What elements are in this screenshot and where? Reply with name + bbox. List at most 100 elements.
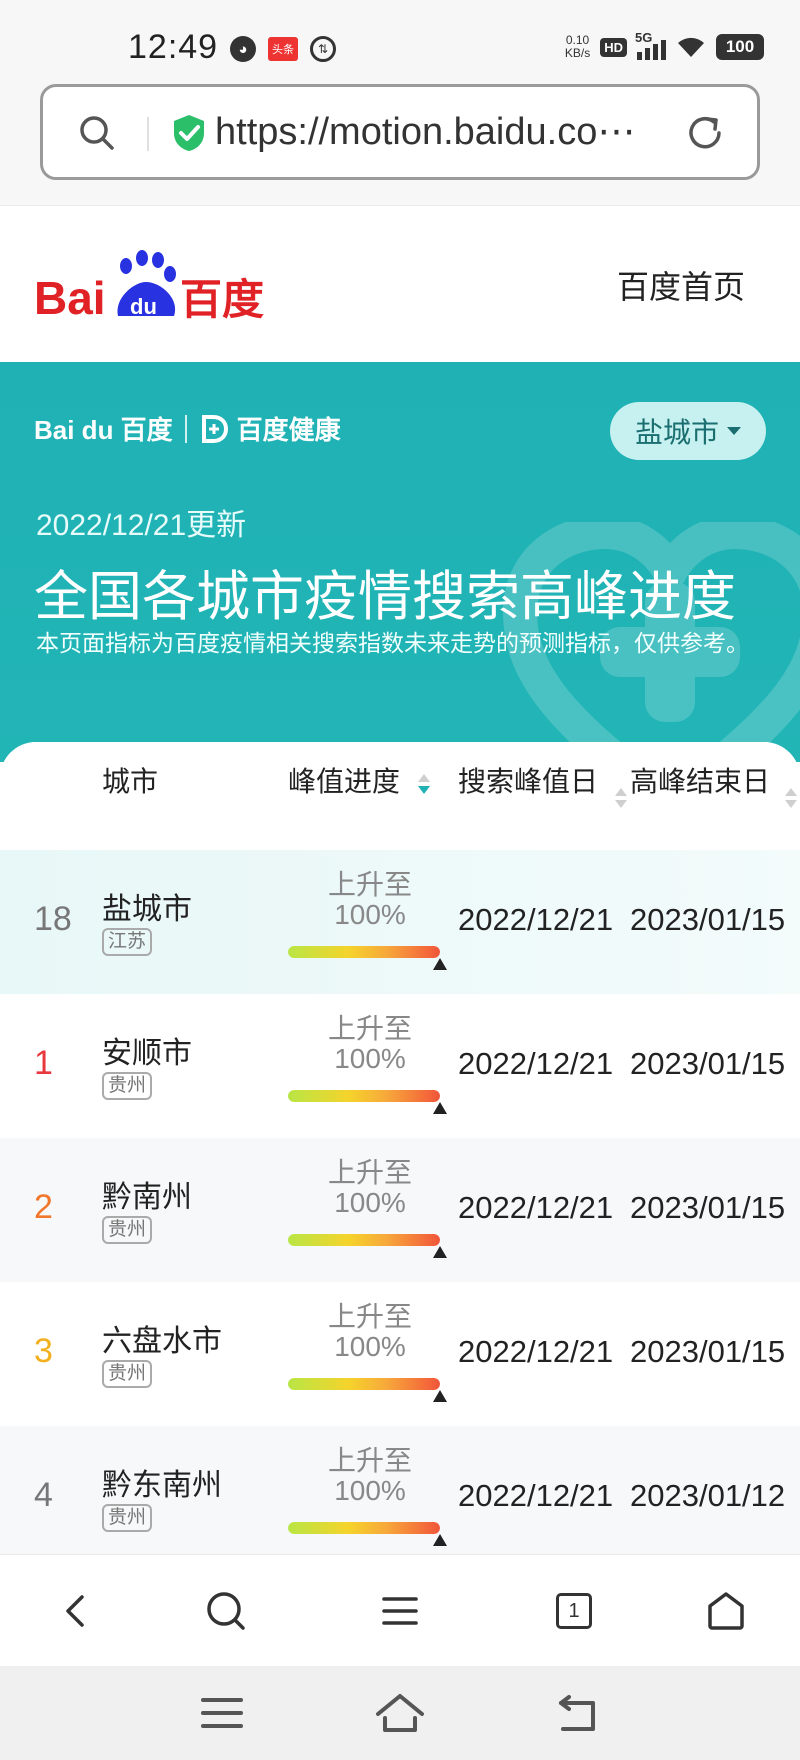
reload-icon[interactable] <box>683 111 727 155</box>
progress-bar <box>288 1522 440 1534</box>
net-speed: 0.10 KB/s <box>565 34 590 60</box>
table-row[interactable]: 18 盐城市 江苏 上升至 100% 2022/12/21 2023/01/15 <box>0 850 800 994</box>
province-tag: 贵州 <box>102 1072 153 1100</box>
search-icon[interactable] <box>77 113 117 153</box>
tabs-icon: 1 <box>556 1593 592 1629</box>
end-date: 2023/01/15 <box>630 1334 786 1369</box>
epidemic-banner: Bai du 百度 百度健康 盐城市 2022/12/21更新 全国各城市疫情搜… <box>0 362 800 762</box>
svg-text:du: du <box>130 294 157 319</box>
progress-bar <box>288 1234 440 1246</box>
peak-date: 2022/12/21 <box>458 1046 614 1081</box>
progress-value: 100% <box>334 899 406 930</box>
progress-bar <box>288 946 440 958</box>
progress-bar <box>288 1090 440 1102</box>
news-app-icon: 头条 <box>268 37 298 61</box>
header-end-date[interactable]: 高峰结束日 <box>630 764 770 800</box>
header-peak-date[interactable]: 搜索峰值日 <box>458 764 598 800</box>
progress-text: 上升至 100% <box>300 1158 440 1218</box>
city-selector[interactable]: 盐城市 <box>610 402 766 460</box>
status-notification-icons: ◕ 头条 ⇅ <box>230 36 336 62</box>
battery-icon: 100 <box>716 34 764 60</box>
table-row[interactable]: 4 黔东南州 贵州 上升至 100% 2022/12/21 2023/01/12 <box>0 1426 800 1554</box>
page-title: 全国各城市疫情搜索高峰进度 <box>34 567 736 627</box>
end-date: 2023/01/15 <box>630 902 786 937</box>
progress-fill <box>288 1234 440 1246</box>
rank-number: 1 <box>34 1044 53 1082</box>
site-header: Bai du 百度 百度首页 <box>0 206 800 362</box>
svg-text:百度: 百度 <box>180 275 264 324</box>
chevron-left-icon <box>66 1595 84 1627</box>
system-home-button[interactable] <box>372 1688 428 1738</box>
progress-marker-icon <box>433 1534 447 1546</box>
progress-status: 上升至 <box>327 1445 412 1476</box>
sort-progress-icon[interactable] <box>417 774 431 796</box>
table-row[interactable]: 1 安顺市 贵州 上升至 100% 2022/12/21 2023/01/15 <box>0 994 800 1138</box>
toolbar-home-button[interactable] <box>698 1583 754 1639</box>
city-name: 安顺市 <box>102 1037 192 1070</box>
home-icon <box>708 1592 744 1630</box>
wifi-icon <box>678 37 704 57</box>
net-speed-unit: KB/s <box>564 46 591 60</box>
progress-text: 上升至 100% <box>300 1014 440 1074</box>
brand-line: Bai du 百度 百度健康 <box>34 410 341 447</box>
progress-marker-icon <box>433 958 447 970</box>
health-d-icon <box>201 414 228 443</box>
progress-text: 上升至 100% <box>300 870 440 930</box>
progress-value: 100% <box>334 1475 406 1506</box>
baidu-logo[interactable]: Bai du 百度 <box>34 246 274 326</box>
sort-peak-date-icon[interactable] <box>614 788 628 810</box>
status-bar: 12:49 ◕ 头条 ⇅ 0.10 KB/s HD 5G 100 <box>0 0 800 80</box>
back-button[interactable] <box>48 1583 104 1639</box>
progress-marker-icon <box>433 1390 447 1402</box>
province-tag: 贵州 <box>102 1360 153 1388</box>
rank-number: 3 <box>34 1332 53 1370</box>
tabs-button[interactable]: 1 <box>546 1583 602 1639</box>
svg-text:Bai: Bai <box>34 272 106 324</box>
url-text[interactable]: https://motion.baidu.co⋯ <box>215 109 665 154</box>
toolbar-search-button[interactable] <box>198 1583 254 1639</box>
network-type: 5G <box>635 30 653 45</box>
progress-fill <box>288 1090 440 1102</box>
update-date: 2022/12/21更新 <box>36 509 247 542</box>
table-row[interactable]: 2 黔南州 贵州 上升至 100% 2022/12/21 2023/01/15 <box>0 1138 800 1282</box>
hd-voice-icon: HD <box>600 37 627 57</box>
table-header: 城市 峰值进度 搜索峰值日 高峰结束日 <box>0 742 800 850</box>
baidu-home-link[interactable]: 百度首页 <box>617 262 745 308</box>
progress-text: 上升至 100% <box>300 1446 440 1506</box>
progress-value: 100% <box>334 1187 406 1218</box>
status-system-icons: 0.10 KB/s HD 5G 100 <box>565 30 764 60</box>
status-time: 12:49 <box>128 28 219 66</box>
city-name: 盐城市 <box>102 893 192 926</box>
browser-address-area: https://motion.baidu.co⋯ <box>0 80 800 206</box>
rank-number: 18 <box>34 900 72 938</box>
end-date: 2023/01/12 <box>630 1478 786 1513</box>
cell-signal-icon: 5G <box>635 30 666 60</box>
peak-date: 2022/12/21 <box>458 1190 614 1225</box>
city-peak-table: 城市 峰值进度 搜索峰值日 高峰结束日 18 盐城市 江苏 上升至 100% 2022/1… <box>0 742 800 1554</box>
progress-text: 上升至 100% <box>300 1302 440 1362</box>
progress-status: 上升至 <box>327 869 412 900</box>
table-row[interactable]: 3 六盘水市 贵州 上升至 100% 2022/12/21 2023/01/15 <box>0 1282 800 1426</box>
peak-date: 2022/12/21 <box>458 1478 614 1513</box>
hamburger-menu-icon <box>382 1597 418 1625</box>
speedometer-icon: ◕ <box>230 36 256 62</box>
header-progress[interactable]: 峰值进度 <box>288 764 400 800</box>
progress-status: 上升至 <box>327 1013 412 1044</box>
brand-health-logo: 百度健康 <box>199 410 341 447</box>
home-icon <box>376 1694 424 1732</box>
province-tag: 贵州 <box>102 1216 153 1244</box>
sort-end-date-icon[interactable] <box>784 788 798 810</box>
progress-fill <box>288 1378 440 1390</box>
secure-shield-icon <box>174 115 204 151</box>
progress-marker-icon <box>433 1246 447 1258</box>
province-tag: 江苏 <box>102 928 153 956</box>
province-tag: 贵州 <box>102 1504 153 1532</box>
progress-fill <box>288 946 440 958</box>
end-date: 2023/01/15 <box>630 1190 786 1225</box>
system-back-button[interactable] <box>550 1688 606 1738</box>
system-menu-button[interactable] <box>194 1688 250 1738</box>
menu-button[interactable] <box>372 1583 428 1639</box>
address-bar[interactable]: https://motion.baidu.co⋯ <box>40 84 760 180</box>
city-selector-label: 盐城市 <box>634 417 719 448</box>
city-name: 黔东南州 <box>102 1469 222 1502</box>
